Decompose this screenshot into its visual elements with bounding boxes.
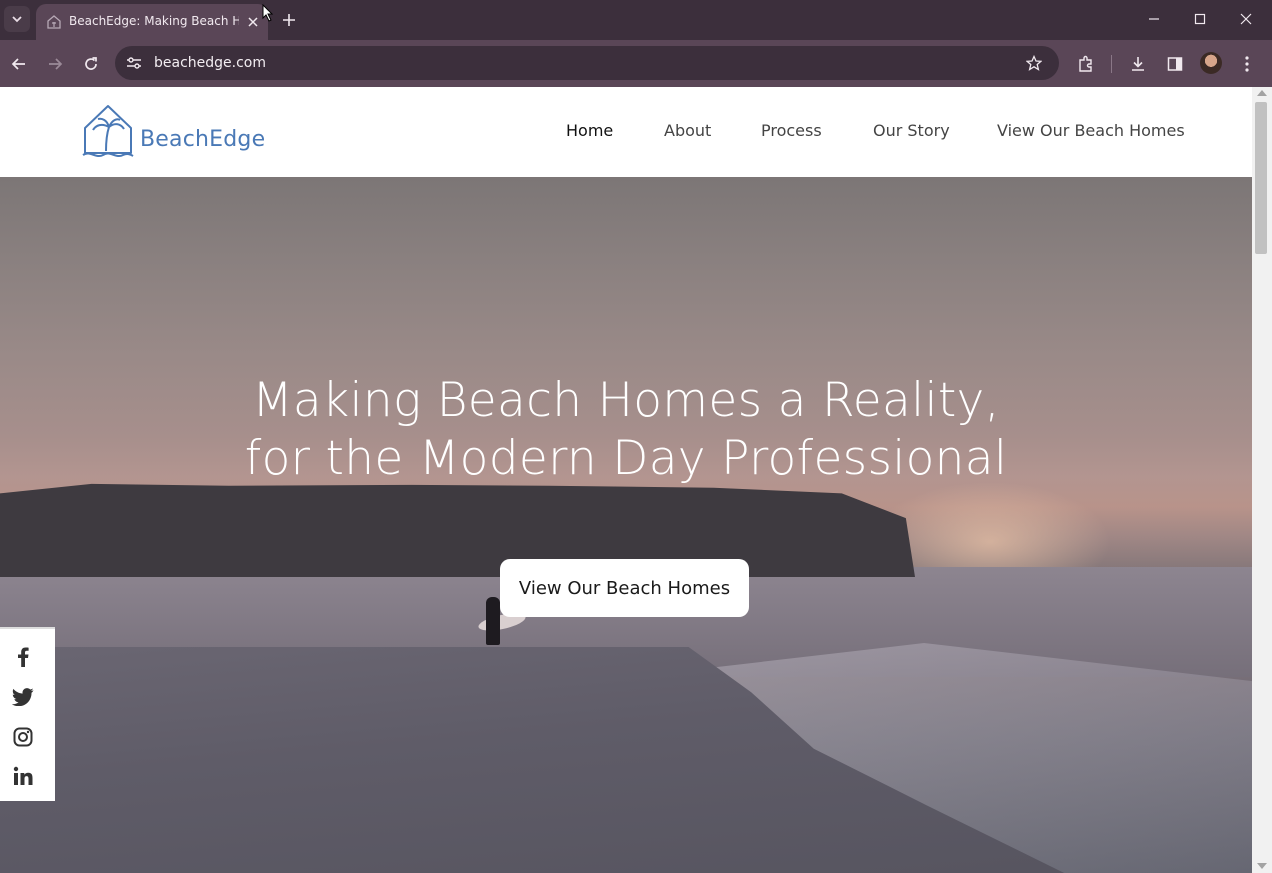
house-palm-logo-icon [82, 105, 134, 157]
tab-strip: BeachEdge: Making Beach Homes a Reality [0, 0, 1272, 40]
maximize-icon [1194, 13, 1206, 25]
minimize-icon [1149, 18, 1159, 20]
nav-view-beach-homes[interactable]: View Our Beach Homes [997, 121, 1185, 140]
tune-icon [127, 57, 141, 69]
tab-search-button[interactable] [4, 6, 30, 32]
arrow-right-icon [49, 58, 63, 70]
scroll-thumb[interactable] [1255, 102, 1267, 254]
tab-close-button[interactable] [244, 13, 262, 31]
site-header: BeachEdge Home About Process Our Story V… [0, 87, 1252, 177]
social-sidebar [0, 627, 55, 801]
reload-button[interactable] [78, 51, 104, 77]
minimize-button[interactable] [1137, 6, 1171, 32]
bookmark-button[interactable] [1023, 53, 1045, 73]
reload-icon [85, 57, 97, 70]
maximize-button[interactable] [1183, 6, 1217, 32]
hero-section: Making Beach Homes a Reality, for the Mo… [0, 177, 1252, 873]
surfer-silhouette [486, 597, 500, 645]
site-favicon-icon [47, 15, 61, 29]
linkedin-icon [13, 766, 33, 785]
close-icon [248, 17, 258, 27]
instagram-icon [13, 727, 33, 747]
back-button[interactable] [6, 51, 32, 77]
linkedin-link[interactable] [11, 764, 35, 788]
instagram-link[interactable] [11, 725, 35, 749]
hero-title-line-2: for the Modern Day Professional [244, 431, 1008, 486]
new-tab-button[interactable] [278, 9, 300, 31]
forward-button[interactable] [42, 51, 68, 77]
nav-home[interactable]: Home [566, 121, 613, 140]
download-icon [1132, 57, 1144, 71]
close-window-button[interactable] [1229, 6, 1263, 32]
profile-avatar[interactable] [1200, 52, 1222, 74]
tab-title: BeachEdge: Making Beach Homes a Reality [69, 14, 239, 28]
nav-about[interactable]: About [664, 121, 711, 140]
twitter-icon [12, 688, 34, 706]
nav-process[interactable]: Process [761, 121, 822, 140]
scroll-up-arrow-icon[interactable] [1257, 90, 1267, 96]
side-panel-button[interactable] [1162, 51, 1188, 77]
nav-our-story[interactable]: Our Story [873, 121, 950, 140]
address-bar[interactable]: beachedge.com [115, 46, 1059, 80]
view-beach-homes-button[interactable]: View Our Beach Homes [500, 559, 749, 617]
scroll-down-arrow-icon[interactable] [1257, 863, 1267, 869]
url-text[interactable]: beachedge.com [154, 55, 266, 71]
hero-title-line-1: Making Beach Homes a Reality, [252, 373, 1000, 428]
hero-title: Making Beach Homes a Reality, for the Mo… [0, 372, 1252, 488]
page-scrollbar[interactable] [1252, 87, 1272, 873]
site-info-button[interactable] [123, 53, 145, 73]
close-icon [1240, 13, 1252, 25]
downloads-button[interactable] [1125, 51, 1151, 77]
chevron-down-icon [12, 16, 22, 23]
browser-menu-button[interactable] [1234, 51, 1260, 77]
puzzle-icon [1079, 55, 1092, 72]
twitter-link[interactable] [11, 685, 35, 709]
more-vertical-icon [1245, 56, 1249, 72]
toolbar-separator [1111, 55, 1112, 73]
browser-toolbar: beachedge.com [0, 40, 1272, 87]
facebook-icon [18, 647, 29, 667]
headland-silhouette [0, 483, 915, 577]
site-logo[interactable]: BeachEdge [82, 103, 282, 161]
star-icon [1026, 55, 1042, 71]
arrow-left-icon [11, 58, 25, 70]
browser-tab[interactable]: BeachEdge: Making Beach Homes a Reality [36, 4, 268, 40]
plus-icon [283, 14, 295, 26]
logo-wordmark: BeachEdge [140, 127, 266, 152]
mouse-cursor-icon [262, 4, 274, 22]
page-viewport: BeachEdge Home About Process Our Story V… [0, 87, 1252, 873]
facebook-link[interactable] [11, 645, 35, 669]
extensions-button[interactable] [1073, 51, 1099, 77]
side-panel-icon [1167, 57, 1183, 71]
